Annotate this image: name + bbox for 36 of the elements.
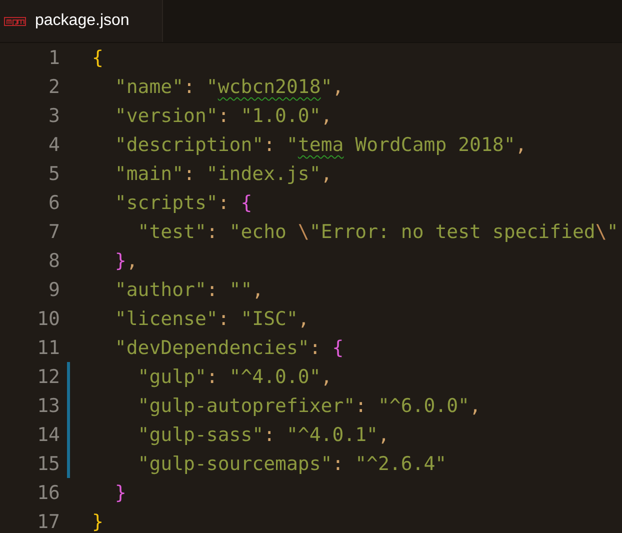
line-number: 13 <box>36 394 60 416</box>
code-line: { <box>92 46 104 68</box>
line-number: 1 <box>48 46 60 68</box>
line-number: 15 <box>36 452 60 474</box>
file-type-icon <box>4 16 26 26</box>
line-number: 3 <box>48 104 60 126</box>
code-line: } <box>114 482 126 504</box>
line-number: 9 <box>48 278 60 300</box>
code-line: "author": "", <box>114 278 264 300</box>
code-line: "license": "ISC", <box>114 308 310 330</box>
line-number: 12 <box>36 366 60 388</box>
code-line: "main": "index.js", <box>114 162 332 184</box>
line-number: 4 <box>48 134 60 156</box>
code-line: "devDependencies": { <box>114 336 344 358</box>
code-line: "description": "tema WordCamp 2018", <box>114 134 527 156</box>
code-line: "gulp-sourcemaps": "^2.6.4" <box>136 452 447 474</box>
code-line: "scripts": { <box>114 192 252 214</box>
code-line: "version": "1.0.0", <box>114 104 332 126</box>
line-number: 5 <box>48 162 60 184</box>
line-number: 2 <box>48 76 60 98</box>
code-line: "gulp": "^4.0.0", <box>136 366 332 388</box>
code-line: "gulp-sass": "^4.0.1", <box>136 424 390 446</box>
line-number: 17 <box>36 510 60 532</box>
code-line: "name": "wcbcn2018", <box>114 76 344 98</box>
line-number: 14 <box>36 424 60 446</box>
code-line: "test": "echo \"Error: no test specified\" <box>136 220 618 242</box>
line-number: 6 <box>48 192 60 214</box>
line-number: 7 <box>48 220 60 242</box>
code-line: } <box>92 510 104 532</box>
code-line: "gulp-autoprefixer": "^6.0.0", <box>136 394 481 416</box>
file-tab[interactable]: package.json <box>0 0 163 42</box>
line-number: 11 <box>36 336 60 358</box>
code-line: }, <box>114 250 138 272</box>
line-number: 10 <box>36 308 60 330</box>
line-number: 16 <box>36 482 60 504</box>
line-number: 8 <box>48 250 60 272</box>
